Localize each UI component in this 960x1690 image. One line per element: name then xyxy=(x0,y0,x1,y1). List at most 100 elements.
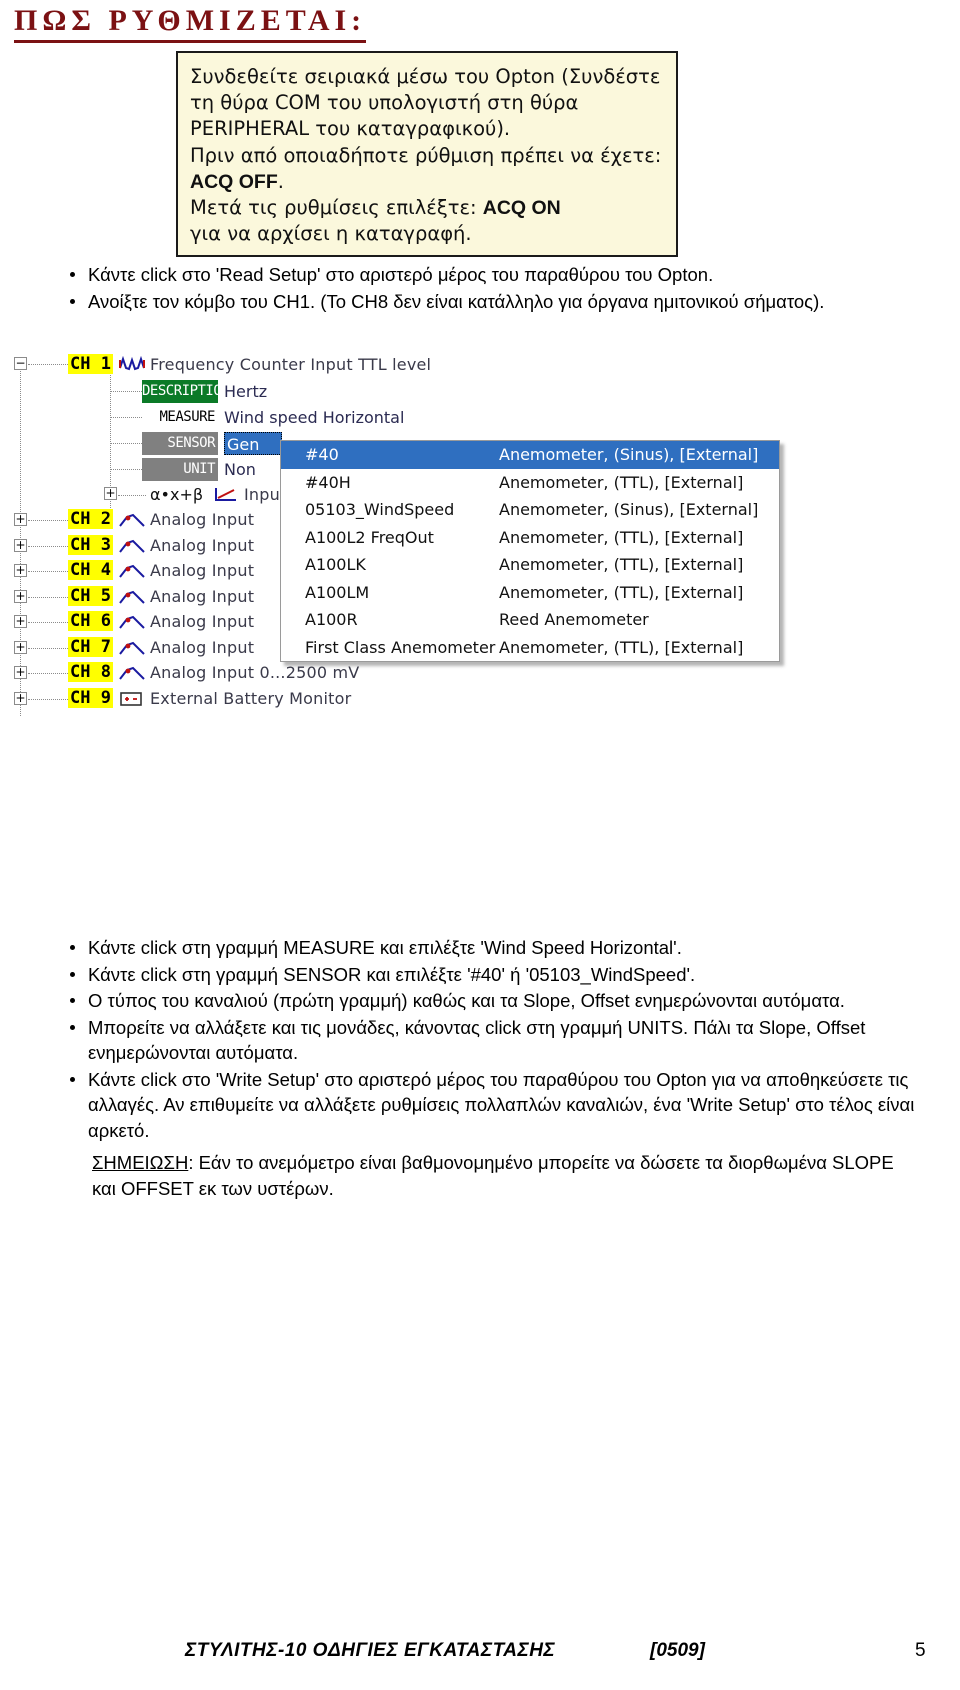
instructions-list-bottom: Κάντε click στη γραμμή MEASURE και επιλέ… xyxy=(62,935,942,1144)
acq-off-label: ACQ OFF xyxy=(190,170,278,193)
dropdown-item-code: #40 xyxy=(305,445,339,464)
dropdown-item[interactable]: A100LK Anemometer, (TTL), [External] xyxy=(281,551,779,579)
channel-label-ch2: CH 2 xyxy=(68,509,113,529)
channel-label-ch6: CH 6 xyxy=(68,611,113,631)
channel-label-ch4: CH 4 xyxy=(68,560,113,580)
tree-connector xyxy=(28,545,68,547)
property-value-description: Hertz xyxy=(224,382,268,401)
expand-icon[interactable]: + xyxy=(14,538,27,552)
tree-connector xyxy=(110,443,142,444)
tree-row-ch1[interactable]: − CH 1 Frequency Counter Input TTL level xyxy=(2,352,442,378)
channel-description-ch7: Analog Input xyxy=(150,637,255,657)
callout-line-4: για να αρχίσει η καταγραφή. xyxy=(190,222,472,246)
tree-connector xyxy=(28,520,68,521)
list-item: Κάντε click στη γραμμή MEASURE και επιλέ… xyxy=(62,935,942,961)
channel-description-ch6: Analog Input xyxy=(150,612,255,631)
tree-connector xyxy=(110,391,142,392)
tree-row-description[interactable]: DESCRIPTION Hertz xyxy=(2,378,442,404)
note-text: : Εάν το ανεμόμετρο είναι βαθμονομημένο … xyxy=(92,1152,894,1199)
slope-line-icon xyxy=(214,487,238,506)
channel-label-ch7: CH 7 xyxy=(68,636,113,657)
tree-connector xyxy=(28,647,68,649)
dropdown-item[interactable]: 05103_WindSpeed Anemometer, (Sinus), [Ex… xyxy=(281,496,779,524)
battery-icon xyxy=(119,690,143,711)
dropdown-item[interactable]: A100LM Anemometer, (TTL), [External] xyxy=(281,579,779,607)
tree-connector xyxy=(110,417,142,418)
tree-connector xyxy=(110,469,142,470)
expand-icon[interactable]: + xyxy=(14,666,27,679)
dropdown-item-desc: Anemometer, (TTL), [External] xyxy=(499,472,744,492)
analog-wave-icon xyxy=(119,563,145,583)
expand-icon[interactable]: + xyxy=(104,487,117,500)
analog-wave-icon xyxy=(119,589,145,609)
property-value-unit: Non xyxy=(224,460,256,479)
property-value-sensor[interactable]: Gen xyxy=(224,432,282,455)
property-chip-sensor: SENSOR xyxy=(142,432,218,455)
dropdown-item-desc: Anemometer, (TTL), [External] xyxy=(499,527,744,547)
callout-box: Συνδεθείτε σειριακά μέσω του Opton (Συνδ… xyxy=(176,51,678,258)
document-page: ΠΩΣ ΡΥΘΜΙΖΕΤΑΙ: Συνδεθείτε σειριακά μέσω… xyxy=(0,0,960,1690)
channel-description-ch1: Frequency Counter Input TTL level xyxy=(150,355,432,374)
dropdown-item-code: A100LK xyxy=(305,555,366,574)
callout-line-1: Συνδεθείτε σειριακά μέσω του Opton (Συνδ… xyxy=(190,65,661,141)
dropdown-item-code: A100LM xyxy=(305,582,370,602)
expand-icon[interactable]: + xyxy=(14,640,27,654)
dropdown-item-code: A100R xyxy=(305,610,358,629)
callout-line-2-end: . xyxy=(277,169,284,193)
sensor-dropdown-list[interactable]: #40 Anemometer, (Sinus), [External] #40H… xyxy=(280,440,780,662)
dropdown-item-code: #40H xyxy=(305,472,351,492)
dropdown-item-code: 05103_WindSpeed xyxy=(305,500,455,519)
expand-icon[interactable]: + xyxy=(14,615,27,628)
tree-connector xyxy=(28,673,68,674)
dropdown-item[interactable]: A100R Reed Anemometer xyxy=(281,606,779,634)
analog-wave-icon xyxy=(119,665,145,685)
tree-row-ch8[interactable]: + CH 8 Analog Input 0...2500 mV xyxy=(2,661,442,687)
acq-on-label: ACQ ON xyxy=(482,197,561,220)
analog-wave-icon xyxy=(119,640,145,660)
list-item: Ανοίξτε τον κόμβο του CH1. (Το CH8 δεν ε… xyxy=(62,289,942,315)
note-paragraph: ΣΗΜΕΙΩΣΗ: Εάν το ανεμόμετρο είναι βαθμον… xyxy=(92,1150,912,1202)
expand-icon[interactable]: + xyxy=(14,691,27,705)
instructions-list-top: Κάντε click στο 'Read Setup' στο αριστερ… xyxy=(62,262,942,315)
footer-page-number: 5 xyxy=(915,1640,926,1661)
collapse-icon[interactable]: − xyxy=(14,357,27,370)
channel-label-ch9: CH 9 xyxy=(68,687,113,708)
tree-connector xyxy=(28,596,68,598)
dropdown-item-desc: Anemometer, (TTL), [External] xyxy=(499,582,744,602)
tree-row-measure[interactable]: MEASURE Wind speed Horizontal xyxy=(2,404,442,430)
channel-label-ch8: CH 8 xyxy=(68,662,113,682)
expand-icon[interactable]: + xyxy=(14,589,27,603)
property-chip-description: DESCRIPTION xyxy=(142,380,230,403)
channel-label-ch5: CH 5 xyxy=(68,585,113,606)
tree-row-ch9[interactable]: + CH 9 External Battery Monitor xyxy=(2,687,442,713)
list-item: Ο τύπος του καναλιού (πρώτη γραμμή) καθώ… xyxy=(62,988,942,1014)
property-chip-measure: MEASURE xyxy=(142,406,218,429)
formula-symbol: α•x+β xyxy=(150,485,204,504)
tree-connector xyxy=(28,622,68,623)
expand-icon[interactable]: + xyxy=(14,564,27,577)
dropdown-item-desc: Reed Anemometer xyxy=(499,610,649,629)
dropdown-item-desc: Anemometer, (Sinus), [External] xyxy=(499,500,759,519)
dropdown-item[interactable]: First Class Anemometer Anemometer, (TTL)… xyxy=(281,634,779,662)
analog-wave-icon xyxy=(119,538,145,558)
expand-icon[interactable]: + xyxy=(14,513,27,526)
dropdown-item-code: First Class Anemometer xyxy=(305,637,496,657)
dropdown-item[interactable]: A100L2 FreqOut Anemometer, (TTL), [Exter… xyxy=(281,524,779,552)
dropdown-item-desc: Anemometer, (Sinus), [External] xyxy=(499,445,759,464)
callout-line-2: Πριν από οποιαδήποτε ρύθμιση πρέπει να έ… xyxy=(190,143,662,167)
tree-connector xyxy=(28,698,68,700)
channel-description-ch5: Analog Input xyxy=(150,586,255,606)
analog-wave-icon xyxy=(119,614,145,634)
channel-description-ch9: External Battery Monitor xyxy=(150,688,352,708)
channel-description-ch4: Analog Input xyxy=(150,561,255,580)
list-item: Μπορείτε να αλλάξετε και τις μονάδες, κά… xyxy=(62,1015,942,1066)
dropdown-item-code: A100L2 FreqOut xyxy=(305,527,434,547)
channel-description-ch2: Analog Input xyxy=(150,510,255,529)
dropdown-item-desc: Anemometer, (TTL), [External] xyxy=(499,637,744,657)
dropdown-item[interactable]: #40H Anemometer, (TTL), [External] xyxy=(281,469,779,497)
channel-description-ch3: Analog Input xyxy=(150,535,255,555)
dropdown-item[interactable]: #40 Anemometer, (Sinus), [External] xyxy=(281,441,779,469)
dropdown-item-desc: Anemometer, (TTL), [External] xyxy=(499,555,744,574)
channel-description-ch8: Analog Input 0...2500 mV xyxy=(150,663,360,682)
page-title: ΠΩΣ ΡΥΘΜΙΖΕΤΑΙ: xyxy=(14,4,367,43)
